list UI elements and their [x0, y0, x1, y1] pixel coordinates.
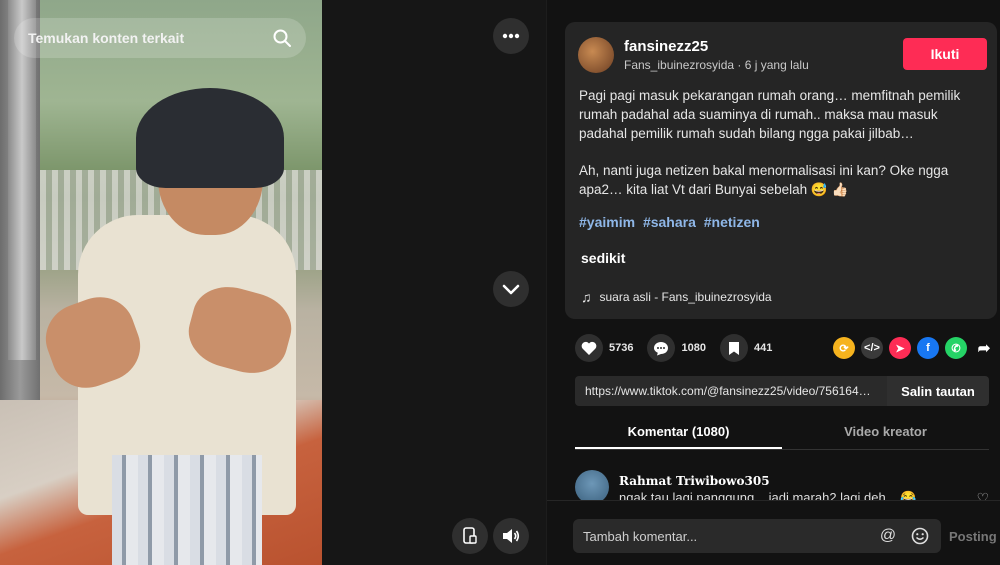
author-name[interactable]: fansinezz25 [624, 38, 708, 55]
video-person-sarong [112, 455, 262, 565]
music-title: suara asli - Fans_ibuinezrosyida [599, 290, 772, 304]
volume-icon [503, 529, 520, 543]
author-subtitle: Fans_ibuinezrosyida · 6 j yang lalu [624, 58, 809, 72]
emoji-icon[interactable] [909, 525, 931, 547]
bookmark-icon[interactable] [719, 334, 748, 362]
next-video-button[interactable] [493, 271, 529, 307]
heart-icon[interactable] [575, 334, 603, 362]
hashtag-link[interactable]: #sahara [643, 214, 696, 230]
comment-input[interactable]: Tambah komentar... @ [573, 519, 941, 553]
facebook-icon[interactable]: f [917, 337, 939, 359]
hashtag-link[interactable]: #yaimim [579, 214, 635, 230]
video-link-field[interactable]: https://www.tiktok.com/@fansinezz25/vide… [575, 376, 887, 406]
commenter-name[interactable]: Rahmat Triwibowo305 [619, 474, 770, 488]
post-card: fansinezz25 Fans_ibuinezrosyida · 6 j ya… [565, 22, 997, 319]
post-description: Pagi pagi masuk pekarangan rumah orang… … [579, 86, 989, 217]
details-panel: fansinezz25 Fans_ibuinezrosyida · 6 j ya… [546, 0, 1000, 565]
author-avatar[interactable] [578, 37, 614, 73]
copy-link-button[interactable]: Salin tautan [887, 376, 989, 406]
like-stat[interactable]: 5736 [575, 334, 633, 362]
comment-stat[interactable]: 1080 [647, 334, 706, 362]
hashtag-link[interactable]: #netizen [704, 214, 760, 230]
video-person-hat [136, 88, 284, 188]
like-count: 5736 [609, 342, 634, 354]
chevron-down-icon [502, 284, 520, 295]
video-player[interactable]: Temukan konten terkait [0, 0, 322, 565]
related-search-placeholder: Temukan konten terkait [28, 30, 185, 46]
tiktok-video-page: Temukan konten terkait fansinezz25 Fans_… [0, 0, 1000, 565]
share-buttons: ⟳ </> ➤ f ✆ ➦ [827, 337, 995, 359]
comment-composer: Tambah komentar... @ Posting [547, 500, 1000, 565]
embed-icon[interactable]: </> [861, 337, 883, 359]
tab-creator-videos[interactable]: Video kreator [782, 414, 989, 449]
music-info[interactable]: ♫ suara asli - Fans_ibuinezrosyida [581, 289, 772, 305]
video-link-row: https://www.tiktok.com/@fansinezz25/vide… [575, 376, 989, 406]
related-search-bar[interactable]: Temukan konten terkait [14, 18, 306, 58]
more-options-button[interactable] [493, 18, 529, 54]
hashtag-list: #yaimim #sahara #netizen [579, 214, 764, 230]
video-area: Temukan konten terkait [0, 0, 546, 565]
volume-button[interactable] [493, 518, 529, 554]
device-flag-icon [463, 527, 477, 544]
report-button[interactable] [452, 518, 488, 554]
repost-icon[interactable]: ⟳ [833, 337, 855, 359]
engagement-stats: 5736 1080 441 [575, 334, 786, 362]
description-paragraph-2: Ah, nanti juga netizen bakal menormalisa… [579, 163, 949, 197]
send-icon[interactable]: ➤ [889, 337, 911, 359]
mention-icon[interactable]: @ [877, 525, 899, 547]
save-stat[interactable]: 441 [719, 334, 773, 362]
whatsapp-icon[interactable]: ✆ [945, 337, 967, 359]
post-comment-button[interactable]: Posting [949, 529, 997, 544]
search-icon[interactable] [272, 28, 292, 48]
more-dots-icon [502, 33, 520, 39]
music-note-icon: ♫ [581, 289, 592, 305]
comment-input-placeholder: Tambah komentar... [583, 528, 698, 544]
description-paragraph-1: Pagi pagi masuk pekarangan rumah orang… … [579, 88, 961, 141]
see-less-link[interactable]: sedikit [581, 250, 625, 266]
comment-count: 1080 [681, 342, 706, 354]
commenter-avatar[interactable] [575, 470, 609, 504]
tab-comments[interactable]: Komentar (1080) [575, 414, 782, 449]
save-count: 441 [753, 342, 773, 354]
comment-bubble-icon[interactable] [647, 334, 676, 362]
comment-tabs: Komentar (1080) Video kreator [575, 414, 989, 450]
follow-button[interactable]: Ikuti [903, 38, 987, 70]
share-arrow-icon[interactable]: ➦ [973, 337, 995, 359]
